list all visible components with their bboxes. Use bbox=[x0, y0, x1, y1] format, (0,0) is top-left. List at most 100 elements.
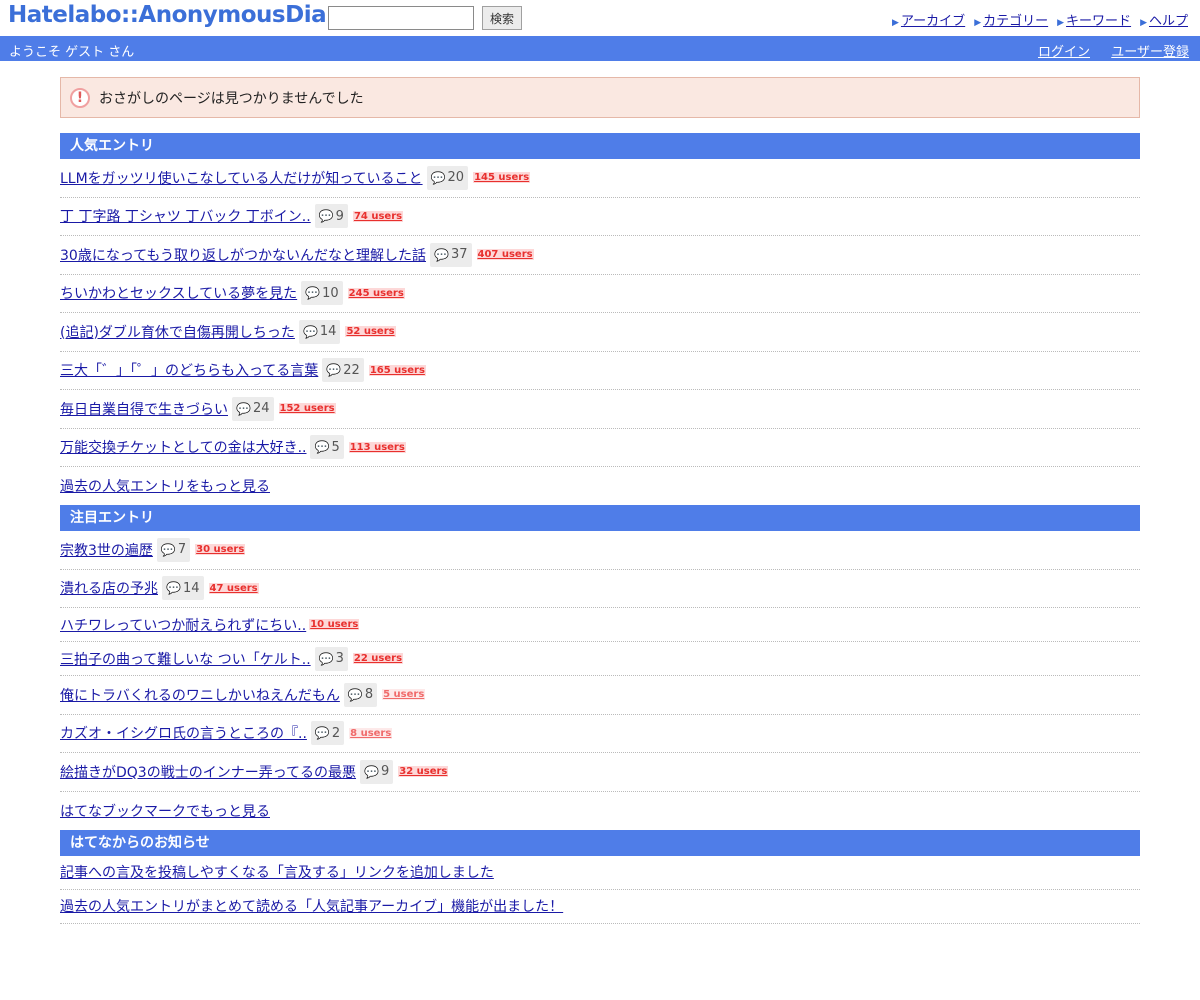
entry-title-link[interactable]: ちいかわとセックスしている夢を見た bbox=[60, 283, 297, 303]
bookmark-users-link[interactable]: 32 users bbox=[398, 766, 449, 778]
comment-count: 14 bbox=[319, 324, 337, 340]
comment-count-badge[interactable]: 💬 2 bbox=[310, 721, 345, 746]
comment-count-badge[interactable]: 💬 14 bbox=[298, 319, 341, 344]
nav-link-keyword[interactable]: キーワード bbox=[1066, 14, 1131, 29]
comment-count-badge[interactable]: 💬 3 bbox=[314, 646, 348, 671]
arrow-right-icon: ▶ bbox=[1057, 18, 1065, 28]
comment-count-badge[interactable]: 💬 37 bbox=[430, 242, 472, 267]
announcement-link[interactable]: 記事への言及を投稿しやすくなる「言及する」リンクを追加しました bbox=[60, 862, 494, 882]
comment-count-badge[interactable]: 💬 24 bbox=[232, 396, 274, 421]
nav-item-category: ▶ カテゴリー bbox=[974, 10, 1048, 29]
comment-bubble-icon: 💬 bbox=[318, 209, 334, 224]
comment-bubble-icon: 💬 bbox=[305, 286, 321, 301]
bookmark-users-link[interactable]: 47 users bbox=[208, 582, 259, 594]
bookmark-users-link[interactable]: 10 users bbox=[309, 619, 360, 630]
more-noted-row: はてなブックマークでもっと見る bbox=[60, 792, 1140, 830]
announcements-section: はてなからのお知らせ 記事への言及を投稿しやすくなる「言及する」リンクを追加しま… bbox=[60, 829, 1140, 924]
comment-bubble-icon: 💬 bbox=[318, 651, 334, 666]
bookmark-users-link[interactable]: 152 users bbox=[278, 403, 336, 415]
entry-title-link[interactable]: 丁 丁字路 丁シャツ 丁バック 丁ボイン.. bbox=[60, 206, 311, 226]
register-link[interactable]: ユーザー登録 bbox=[1111, 41, 1189, 60]
entry-title-link[interactable]: 三大「゛」「゜」のどちらも入ってる言葉 bbox=[60, 360, 318, 380]
more-popular-link[interactable]: 過去の人気エントリをもっと見る bbox=[60, 476, 270, 496]
entry-title-link[interactable]: 三拍子の曲って難しいな つい「ケルト.. bbox=[60, 649, 311, 669]
nav-item-archive: ▶ アーカイブ bbox=[892, 10, 965, 29]
comment-count-badge[interactable]: 💬 7 bbox=[156, 537, 191, 562]
comment-count: 14 bbox=[182, 580, 200, 596]
entry-title-link[interactable]: ハチワレっていつか耐えられずにちい.. bbox=[60, 615, 306, 635]
comment-count-badge[interactable]: 💬 20 bbox=[426, 165, 469, 190]
comment-count-badge[interactable]: 💬 9 bbox=[360, 759, 394, 784]
comment-count-badge[interactable]: 💬 5 bbox=[310, 435, 344, 460]
comment-count: 10 bbox=[322, 285, 339, 301]
more-noted-link[interactable]: はてなブックマークでもっと見る bbox=[60, 801, 270, 821]
bookmark-users-link[interactable]: 74 users bbox=[352, 210, 404, 222]
comment-bubble-icon: 💬 bbox=[236, 401, 251, 416]
entry-title-link[interactable]: 宗教3世の遍歴 bbox=[60, 540, 153, 560]
comment-count: 20 bbox=[447, 170, 465, 186]
list-item: 記事への言及を投稿しやすくなる「言及する」リンクを追加しました bbox=[60, 856, 1140, 890]
arrow-right-icon: ▶ bbox=[1140, 18, 1147, 28]
entry-title-link[interactable]: (追記)ダブル育休で自傷再開しちった bbox=[60, 322, 295, 342]
nav-link-category[interactable]: カテゴリー bbox=[983, 14, 1048, 29]
entry-title-link[interactable]: 潰れる店の予兆 bbox=[60, 578, 158, 598]
list-item: ハチワレっていつか耐えられずにちい.. 10 users bbox=[60, 608, 1140, 642]
entry-title-link[interactable]: 30歳になってもう取り返しがつかないんだなと理解した話 bbox=[60, 245, 426, 265]
comment-count-badge[interactable]: 💬 10 bbox=[301, 281, 343, 306]
comment-bubble-icon: 💬 bbox=[302, 324, 318, 339]
comment-bubble-icon: 💬 bbox=[314, 726, 330, 741]
list-item: LLMをガッツリ使いこなしている人だけが知っていること 💬 20 145 users bbox=[60, 159, 1140, 198]
comment-bubble-icon: 💬 bbox=[160, 542, 176, 557]
list-item: 三大「゛」「゜」のどちらも入ってる言葉 💬 22 165 users bbox=[60, 352, 1140, 390]
entry-title-link[interactable]: 毎日自業自得で生きづらい bbox=[60, 399, 228, 419]
list-item: 俺にトラバくれるのワニしかいねえんだもん 💬 8 5 users bbox=[60, 676, 1140, 715]
site-logo[interactable]: Hatelabo::AnonymousDiary bbox=[8, 2, 352, 28]
entry-title-link[interactable]: カズオ・イシグロ氏の言うところの『.. bbox=[60, 723, 307, 743]
nav-item-help: ▶ ヘルプ bbox=[1140, 10, 1188, 29]
comment-bubble-icon: 💬 bbox=[364, 764, 379, 779]
bookmark-users-link[interactable]: 165 users bbox=[368, 364, 426, 376]
comment-bubble-icon: 💬 bbox=[434, 247, 449, 262]
comment-count-badge[interactable]: 💬 14 bbox=[162, 576, 204, 601]
main-content: ! おさがしのページは見つかりませんでした 人気エントリ LLMをガッツリ使いこ… bbox=[60, 77, 1140, 924]
bookmark-users-link[interactable]: 5 users bbox=[382, 689, 426, 701]
not-found-message: おさがしのページは見つかりませんでした bbox=[99, 90, 364, 107]
bookmark-users-link[interactable]: 113 users bbox=[348, 441, 406, 453]
bookmark-users-link[interactable]: 8 users bbox=[349, 727, 393, 739]
top-nav: ▶ アーカイブ ▶ カテゴリー ▶ キーワード ▶ ヘルプ bbox=[892, 10, 1188, 29]
section-heading-announcements: はてなからのお知らせ bbox=[60, 829, 1140, 856]
entry-title-link[interactable]: LLMをガッツリ使いこなしている人だけが知っていること bbox=[60, 168, 423, 188]
bookmark-users-link[interactable]: 30 users bbox=[195, 544, 246, 556]
list-item: 毎日自業自得で生きづらい 💬 24 152 users bbox=[60, 390, 1140, 429]
entry-title-link[interactable]: 万能交換チケットとしての金は大好き.. bbox=[60, 437, 306, 457]
list-item: (追記)ダブル育休で自傷再開しちった 💬 14 52 users bbox=[60, 313, 1140, 352]
comment-count-badge[interactable]: 💬 8 bbox=[343, 682, 378, 707]
comment-count: 8 bbox=[364, 687, 374, 703]
login-link[interactable]: ログイン bbox=[1038, 41, 1090, 60]
arrow-right-icon: ▶ bbox=[892, 18, 899, 28]
bookmark-users-link[interactable]: 145 users bbox=[473, 172, 531, 184]
comment-count-badge[interactable]: 💬 22 bbox=[322, 358, 364, 383]
comment-count: 3 bbox=[335, 651, 344, 666]
list-item: 三拍子の曲って難しいな つい「ケルト.. 💬 3 22 users bbox=[60, 642, 1140, 676]
comment-bubble-icon: 💬 bbox=[326, 363, 342, 378]
announcement-link[interactable]: 過去の人気エントリがまとめて読める「人気記事アーカイブ」機能が出ました！ bbox=[60, 896, 563, 916]
bookmark-users-link[interactable]: 245 users bbox=[347, 287, 405, 299]
bookmark-users-link[interactable]: 407 users bbox=[476, 249, 534, 261]
search-input[interactable] bbox=[328, 6, 474, 30]
bookmark-users-link[interactable]: 22 users bbox=[352, 653, 404, 664]
comment-count: 37 bbox=[450, 247, 468, 263]
entry-title-link[interactable]: 絵描きがDQ3の戦士のインナー弄ってるの最悪 bbox=[60, 762, 356, 782]
list-item: ちいかわとセックスしている夢を見た 💬 10 245 users bbox=[60, 275, 1140, 313]
search-button[interactable]: 検索 bbox=[482, 6, 522, 30]
user-bar: ようこそ ゲスト さん ログイン ユーザー登録 bbox=[0, 36, 1200, 61]
site-header: Hatelabo::AnonymousDiary 検索 ▶ アーカイブ ▶ カテゴリ… bbox=[0, 0, 1200, 36]
entry-title-link[interactable]: 俺にトラバくれるのワニしかいねえんだもん bbox=[60, 685, 340, 705]
nav-link-archive[interactable]: アーカイブ bbox=[901, 14, 965, 29]
announcement-list: 記事への言及を投稿しやすくなる「言及する」リンクを追加しました 過去の人気エント… bbox=[60, 856, 1140, 924]
bookmark-users-link[interactable]: 52 users bbox=[345, 326, 396, 338]
comment-count-badge[interactable]: 💬 9 bbox=[314, 204, 348, 229]
section-heading-popular: 人気エントリ bbox=[60, 133, 1140, 159]
nav-link-help[interactable]: ヘルプ bbox=[1149, 14, 1188, 29]
list-item: 絵描きがDQ3の戦士のインナー弄ってるの最悪 💬 9 32 users bbox=[60, 753, 1140, 792]
